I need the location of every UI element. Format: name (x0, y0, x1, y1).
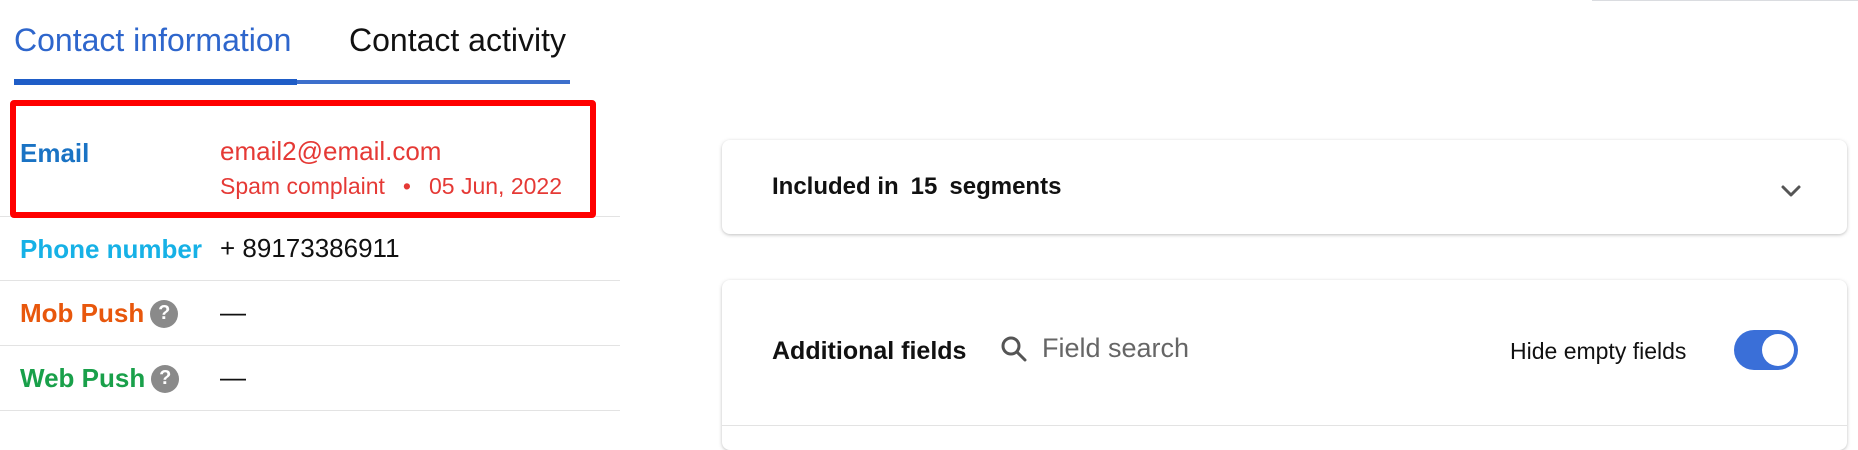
segments-prefix: Included in (772, 173, 899, 200)
web-push-label-text: Web Push (20, 363, 146, 393)
additional-fields-panel: Additional fields Hide empty fields (722, 280, 1847, 450)
mob-push-value: — (220, 297, 246, 327)
tab-contact-activity[interactable]: Contact activity (349, 20, 566, 60)
web-push-row: Web Push ? — (0, 346, 620, 412)
segments-title: Included in 15 segments (772, 173, 1061, 201)
hide-empty-fields-toggle[interactable] (1734, 330, 1798, 370)
phone-row: Phone number + 89173386911 (0, 217, 620, 279)
top-divider (1592, 0, 1858, 1)
contact-tabs: Contact information Contact activity (14, 0, 570, 86)
mob-push-row: Mob Push ? — (0, 281, 620, 345)
field-search (1000, 332, 1344, 365)
search-icon (1001, 336, 1027, 361)
segments-count: 15 (910, 173, 938, 200)
phone-value[interactable]: + 89173386911 (220, 233, 400, 264)
field-search-input[interactable] (1040, 332, 1344, 365)
phone-label: Phone number (20, 234, 203, 264)
segments-panel[interactable]: Included in 15 segments (722, 140, 1847, 234)
chevron-down-icon[interactable] (1777, 177, 1805, 205)
help-icon[interactable]: ? (150, 299, 179, 328)
web-push-label: Web Push ? (20, 363, 180, 394)
segments-suffix: segments (949, 173, 1062, 200)
toggle-knob (1762, 334, 1794, 366)
highlight-annotation (10, 100, 596, 218)
help-icon[interactable]: ? (151, 364, 180, 393)
panel-divider (722, 425, 1847, 426)
mob-push-label-text: Mob Push (20, 298, 145, 328)
mob-push-label: Mob Push ? (20, 298, 179, 329)
active-tab-indicator (14, 79, 297, 85)
hide-empty-fields-label: Hide empty fields (1510, 338, 1687, 364)
additional-fields-title: Additional fields (772, 337, 967, 365)
tab-contact-information[interactable]: Contact information (14, 20, 291, 60)
row-divider (0, 410, 620, 411)
web-push-value: — (220, 362, 246, 392)
